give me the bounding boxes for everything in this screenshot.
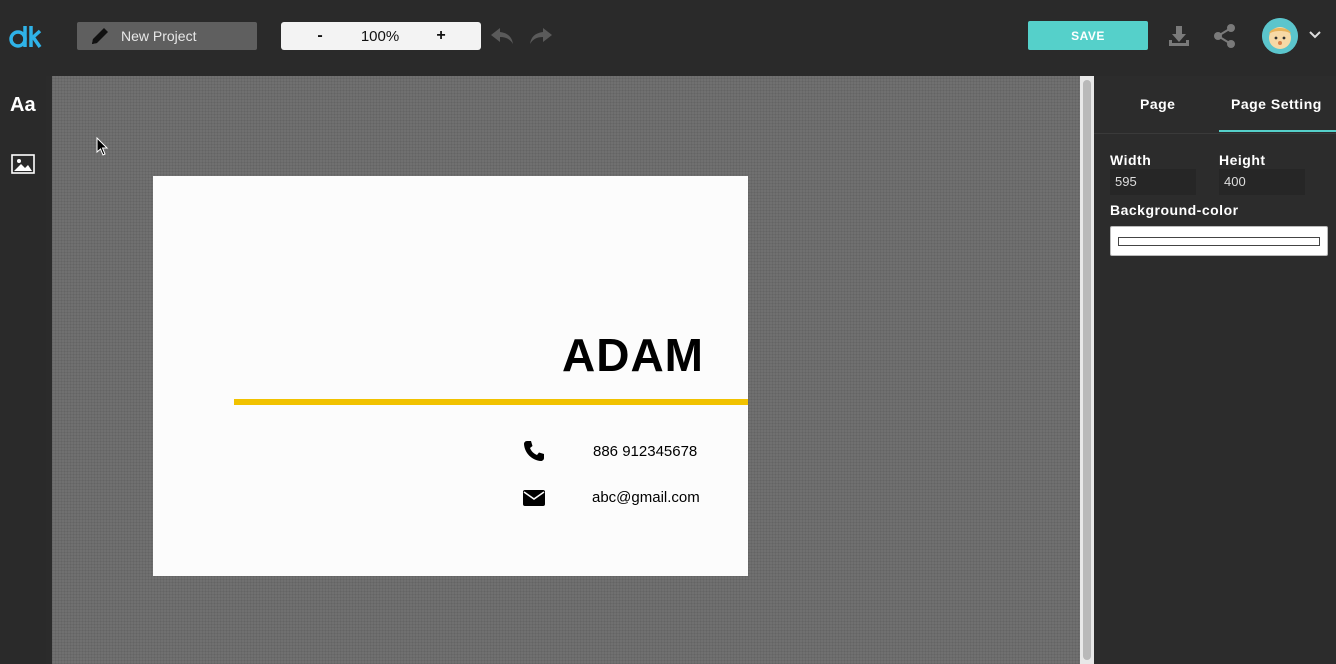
active-tab-indicator xyxy=(1219,130,1336,132)
save-button[interactable]: SAVE xyxy=(1028,21,1148,50)
share-icon[interactable] xyxy=(1212,23,1238,49)
width-field[interactable]: 595 xyxy=(1110,169,1196,195)
chevron-down-icon[interactable] xyxy=(1308,28,1322,42)
undo-icon[interactable] xyxy=(488,25,516,47)
height-label: Height xyxy=(1219,152,1266,168)
business-card-page[interactable]: ADAM 886 912345678 abc@gmail.com xyxy=(153,176,748,576)
canvas-scrollbar[interactable] xyxy=(1080,76,1094,664)
redo-icon[interactable] xyxy=(527,25,555,47)
phone-icon[interactable] xyxy=(523,440,545,462)
text-tool-icon[interactable]: Aa xyxy=(10,94,36,117)
card-phone-text[interactable]: 886 912345678 xyxy=(593,443,697,460)
accent-line[interactable] xyxy=(234,399,748,405)
tab-page-setting[interactable]: Page Setting xyxy=(1231,96,1322,112)
zoom-control: - 100% + xyxy=(281,22,481,50)
logo-icon[interactable] xyxy=(8,22,42,52)
project-name-label: New Project xyxy=(121,28,197,44)
mail-icon[interactable] xyxy=(522,488,546,508)
image-tool-icon[interactable] xyxy=(11,154,35,174)
width-label: Width xyxy=(1110,152,1152,168)
zoom-out-button[interactable]: - xyxy=(281,27,359,45)
zoom-in-button[interactable]: + xyxy=(401,27,481,45)
properties-panel: Page Page Setting Width Height 595 400 B… xyxy=(1094,76,1336,664)
background-color-swatch xyxy=(1118,237,1320,246)
top-toolbar: New Project - 100% + SAVE xyxy=(0,0,1336,76)
scrollbar-thumb[interactable] xyxy=(1083,80,1091,660)
background-color-label: Background-color xyxy=(1110,202,1239,218)
background-color-picker[interactable] xyxy=(1110,226,1328,256)
card-name-text[interactable]: ADAM xyxy=(562,328,704,382)
avatar[interactable] xyxy=(1262,18,1298,54)
tab-page[interactable]: Page xyxy=(1140,96,1175,112)
zoom-value: 100% xyxy=(360,27,400,45)
card-email-text[interactable]: abc@gmail.com xyxy=(592,489,700,506)
height-field[interactable]: 400 xyxy=(1219,169,1305,195)
project-name-button[interactable]: New Project xyxy=(77,22,257,50)
tab-divider xyxy=(1094,133,1336,134)
cursor-icon xyxy=(96,137,109,156)
download-icon[interactable] xyxy=(1166,23,1192,49)
pencil-icon xyxy=(92,28,108,44)
